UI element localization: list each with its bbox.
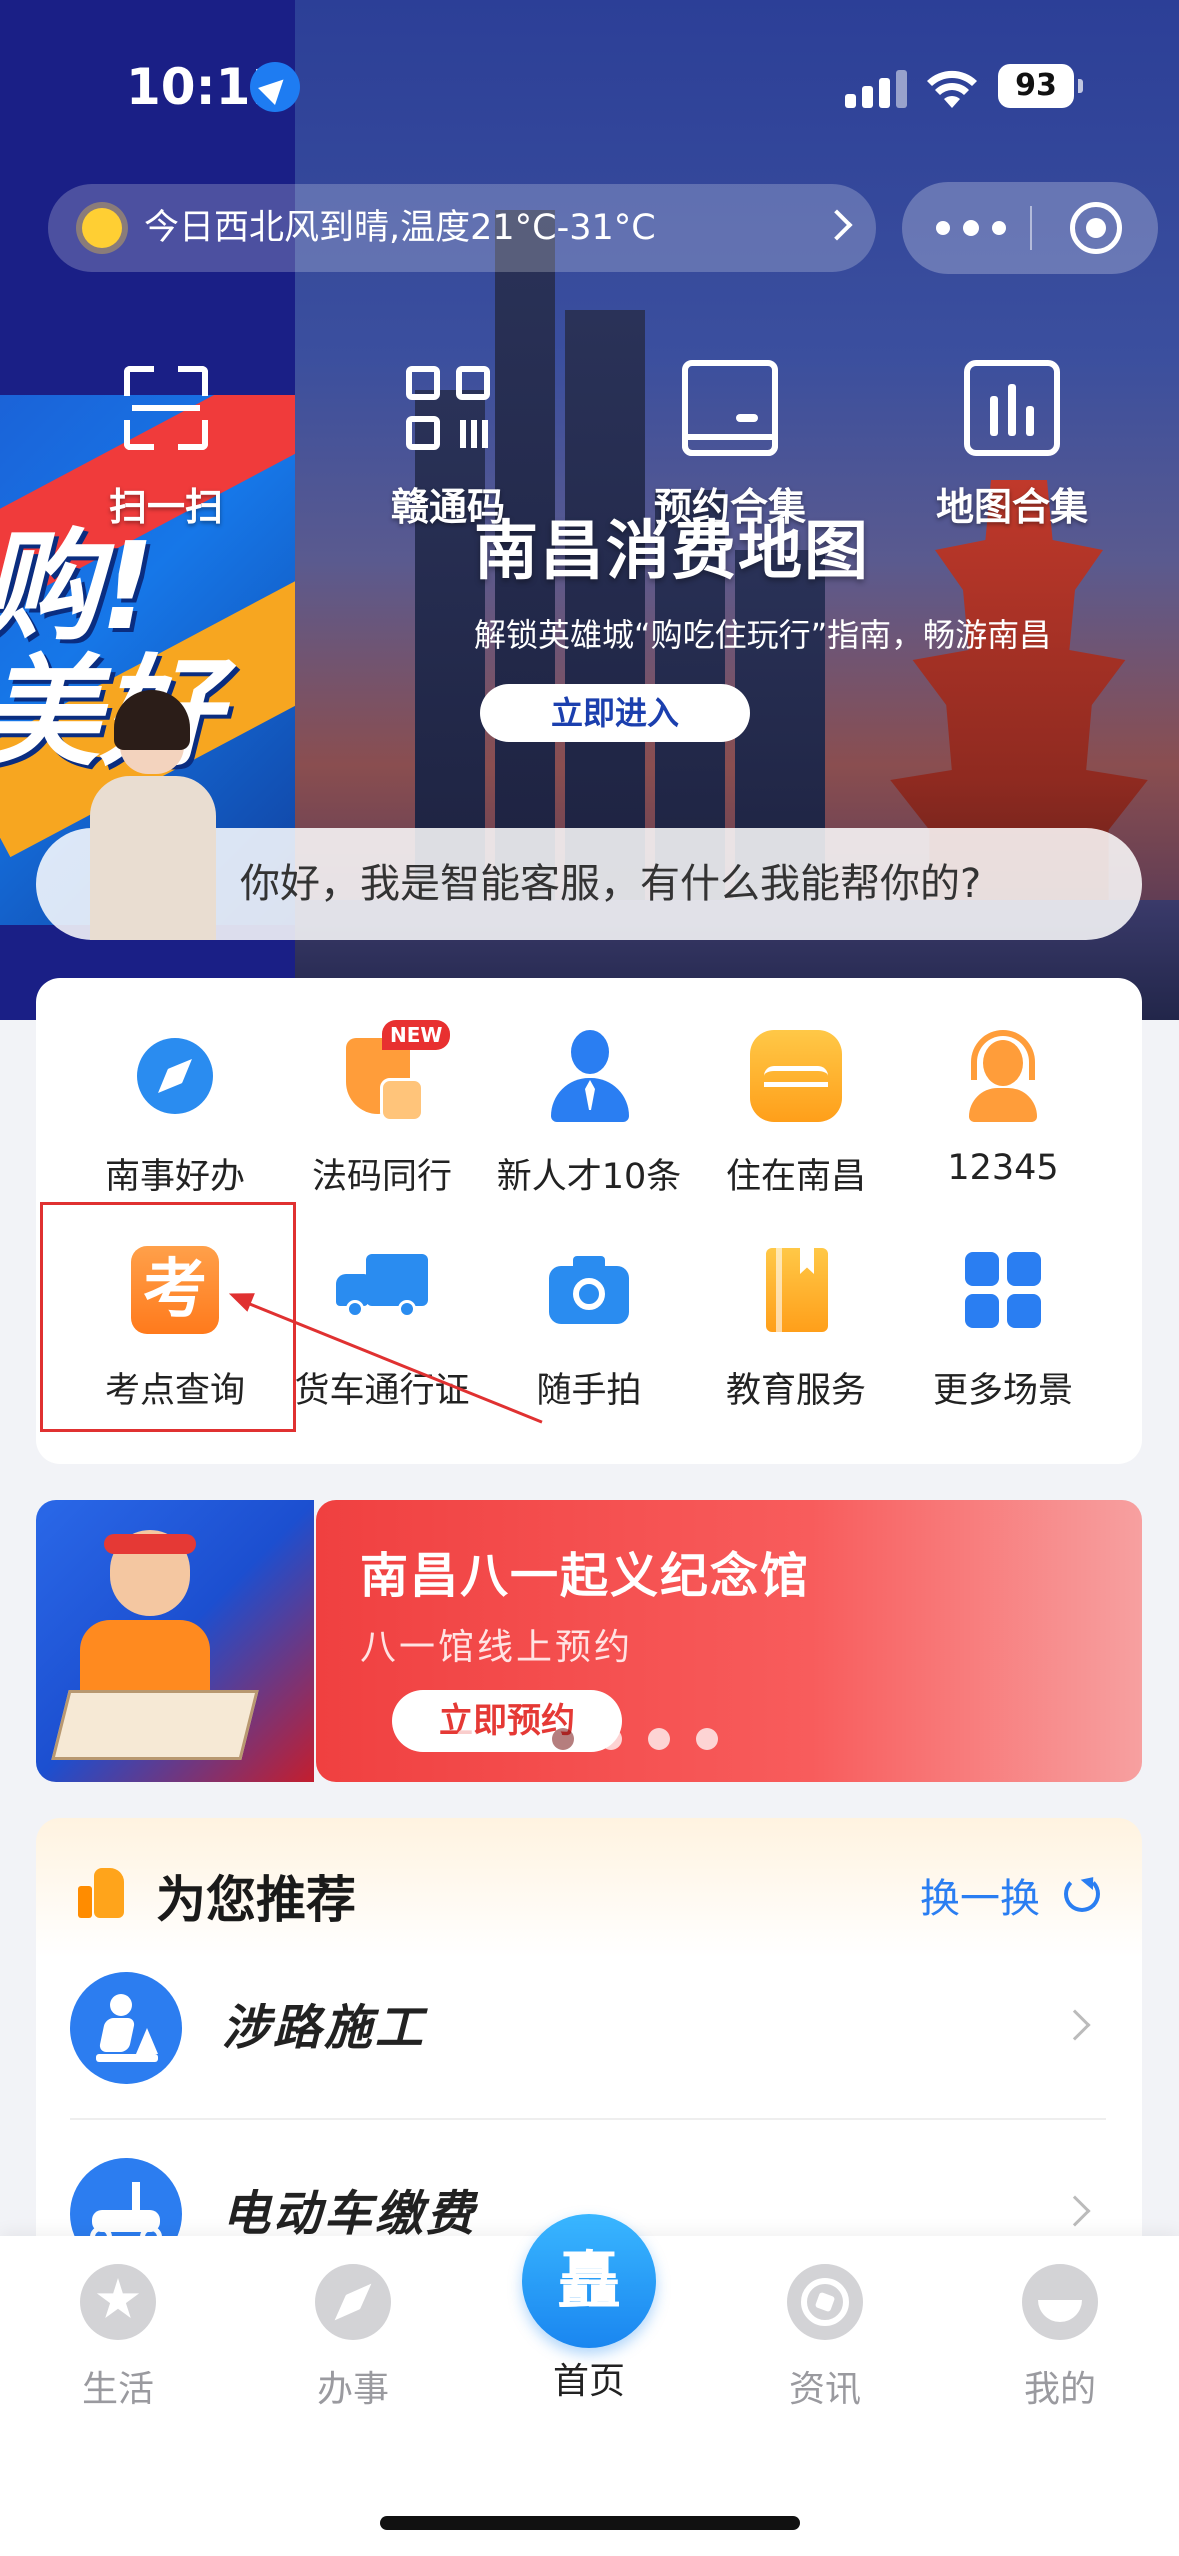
- service-snapshot-report[interactable]: 随手拍: [484, 1240, 694, 1413]
- home-logo-glyph: 矗: [557, 2244, 620, 2317]
- map-icon: [964, 360, 1060, 456]
- service-new-talent[interactable]: 新人才10条: [484, 1026, 694, 1199]
- weather-bar[interactable]: 今日西北风到晴,温度21°C-31°C: [48, 184, 876, 272]
- hero-title: 南昌消费地图: [474, 515, 870, 589]
- service-label: 12345: [947, 1148, 1059, 1188]
- chevron-right-icon: [1059, 2195, 1091, 2227]
- tab-label: 生活: [81, 2369, 154, 2410]
- scan-icon: [118, 360, 214, 456]
- tab-label: 我的: [1023, 2369, 1096, 2410]
- home-logo-icon[interactable]: 矗: [522, 2214, 656, 2348]
- aperture-icon: [787, 2264, 863, 2340]
- service-more-scenes[interactable]: 更多场景: [898, 1240, 1108, 1413]
- annotation-highlight-box: [40, 1202, 296, 1432]
- quick-action-label: 扫一扫: [108, 485, 223, 529]
- service-label: 法码同行: [311, 1157, 452, 1197]
- capsule-divider: [1030, 206, 1032, 250]
- cartoon-worker-illustration: [51, 1530, 259, 1760]
- avatar-hair: [114, 690, 190, 750]
- person-icon: [539, 1026, 639, 1126]
- service-live-in-nanchang[interactable]: 住在南昌: [691, 1026, 901, 1199]
- service-label: 住在南昌: [725, 1157, 866, 1197]
- service-label: 南事好办: [104, 1157, 245, 1197]
- recommend-item-road-work[interactable]: 涉路施工: [70, 1964, 1106, 2094]
- promo-subtitle: 八一馆线上预约: [360, 1627, 634, 1668]
- service-label: 更多场景: [932, 1371, 1073, 1411]
- law-badge-icon: NEW: [332, 1020, 451, 1126]
- virtual-assistant-avatar[interactable]: [78, 690, 228, 940]
- carousel-indicator[interactable]: [456, 1728, 718, 1752]
- tab-home[interactable]: 首页: [499, 2352, 679, 2404]
- assistant-greeting: 你好，我是智能客服，有什么我能帮你的?: [240, 861, 982, 907]
- avatar-body: [90, 776, 216, 940]
- service-nanshi-haoban[interactable]: 南事好办: [70, 1026, 280, 1199]
- more-options-button[interactable]: [936, 218, 1006, 238]
- tab-news[interactable]: 资讯: [735, 2264, 915, 2412]
- compass-icon: [125, 1026, 225, 1126]
- profile-icon: [1022, 2264, 1098, 2340]
- tab-life[interactable]: 生活: [28, 2264, 208, 2412]
- truck-icon: [332, 1240, 432, 1340]
- miniprogram-capsule: [902, 182, 1158, 274]
- headset-icon: [953, 1026, 1053, 1126]
- service-label: 新人才10条: [496, 1157, 682, 1197]
- tab-services[interactable]: 办事: [263, 2264, 443, 2412]
- close-miniprogram-button[interactable]: [1070, 202, 1122, 254]
- road-work-icon: [70, 1972, 182, 2084]
- sun-icon: [82, 208, 122, 248]
- tab-label: 办事: [316, 2369, 389, 2410]
- book-icon: [746, 1240, 846, 1340]
- app-screen: 购!美好 10:11 93 今日西北风到晴,温度21°C-31°C: [0, 0, 1179, 2556]
- tab-label: 资讯: [788, 2369, 861, 2410]
- promo-title: 南昌八一起义纪念馆: [360, 1548, 811, 1604]
- appointment-icon: [682, 360, 778, 456]
- service-12345-hotline[interactable]: 12345: [898, 1026, 1108, 1188]
- wifi-icon: [927, 70, 977, 108]
- housing-icon: [746, 1026, 846, 1126]
- hero-subtitle: 解锁英雄城“购吃住玩行”指南，畅游南昌: [474, 616, 1052, 654]
- cellular-signal-icon: [845, 68, 909, 108]
- refresh-button[interactable]: 换一换: [920, 1866, 1040, 1924]
- tab-label: 首页: [552, 2361, 625, 2402]
- location-arrow-icon: [250, 62, 300, 112]
- camera-icon: [539, 1240, 639, 1340]
- compass-icon: [315, 2264, 391, 2340]
- recommend-title: 为您推荐: [156, 1871, 356, 1929]
- qr-code-icon: [400, 360, 496, 456]
- service-education[interactable]: 教育服务: [691, 1240, 901, 1413]
- chevron-right-icon: [821, 209, 853, 241]
- list-divider: [70, 2118, 1106, 2120]
- star-icon: [80, 2264, 156, 2340]
- chevron-right-icon: [1059, 2009, 1091, 2041]
- quick-action-label: 地图合集: [935, 485, 1088, 529]
- recommend-label: 涉路施工: [222, 2000, 427, 2056]
- new-badge: NEW: [382, 1020, 451, 1050]
- service-label: 教育服务: [725, 1371, 866, 1411]
- service-label: 随手拍: [536, 1371, 642, 1411]
- quick-action-scan[interactable]: 扫一扫: [66, 360, 266, 531]
- status-bar: 10:11 93: [0, 0, 1179, 150]
- quick-action-maps[interactable]: 地图合集: [912, 360, 1112, 531]
- hero-enter-button[interactable]: 立即进入: [480, 684, 750, 742]
- grid-icon: [953, 1240, 1053, 1340]
- battery-indicator: 93: [998, 64, 1083, 108]
- tab-profile[interactable]: 我的: [970, 2264, 1150, 2412]
- service-famaxingtong[interactable]: NEW 法码同行: [277, 1020, 487, 1199]
- refresh-icon[interactable]: [1064, 1876, 1100, 1912]
- thumbs-up-icon: [78, 1868, 124, 1918]
- weather-text: 今日西北风到晴,温度21°C-31°C: [144, 208, 656, 248]
- home-indicator: [380, 2516, 800, 2530]
